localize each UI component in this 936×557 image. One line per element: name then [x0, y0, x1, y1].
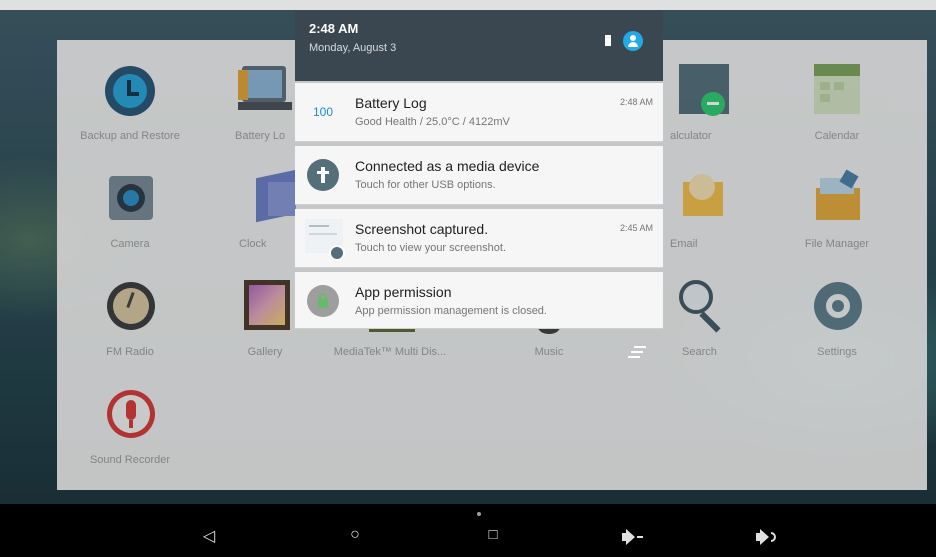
lock-icon [307, 285, 339, 317]
app-camera[interactable]: Camera [70, 168, 190, 250]
app-settings[interactable]: Settings [777, 276, 897, 358]
app-label: File Manager [804, 238, 870, 250]
recents-button[interactable]: □ [478, 526, 508, 543]
camera-icon [99, 168, 161, 230]
app-label: Search [682, 346, 717, 358]
email-icon [669, 168, 731, 230]
app-file-manager[interactable]: File Manager [777, 168, 897, 250]
notification-text: Touch to view your screenshot. [355, 242, 507, 254]
usb-icon [307, 159, 339, 191]
app-label: FM Radio [106, 346, 154, 358]
notification-text: App permission management is closed. [355, 305, 547, 317]
battery-log-icon: 100 [312, 105, 334, 119]
notification-time: 2:48 AM [619, 97, 653, 107]
notification-usb[interactable]: Connected as a media device Touch for ot… [295, 146, 663, 205]
status-date: Monday, August 3 [309, 42, 397, 54]
user-icon[interactable] [623, 31, 643, 51]
calculator-icon [669, 60, 731, 122]
battery-icon [605, 35, 611, 46]
app-label: Gallery [247, 346, 283, 358]
notification-shade-header[interactable]: 2:48 AM Monday, August 3 [295, 11, 663, 81]
volume-up-icon[interactable] [756, 529, 780, 545]
gallery-icon [234, 276, 296, 338]
notification-title: App permission [355, 284, 452, 300]
app-label: Camera [110, 238, 150, 250]
app-label: Calendar [814, 130, 860, 142]
notification-time: 2:45 AM [619, 223, 653, 233]
app-label: Backup and Restore [80, 130, 180, 142]
app-calendar[interactable]: Calendar [777, 60, 897, 142]
home-button[interactable]: ○ [340, 526, 370, 544]
clear-all-icon[interactable] [628, 344, 648, 360]
app-fm-radio[interactable]: FM Radio [70, 276, 190, 358]
volume-down-icon[interactable] [622, 529, 644, 545]
notification-text: Touch for other USB options. [355, 179, 496, 191]
battery-log-app-icon [234, 60, 296, 122]
notification-title: Battery Log [355, 95, 427, 111]
notification-title: Connected as a media device [355, 158, 540, 174]
notification-app-permission[interactable]: App permission App permission management… [295, 272, 663, 329]
file-manager-icon [806, 168, 868, 230]
top-strip [0, 0, 936, 10]
app-label: Sound Recorder [89, 454, 171, 466]
clock-icon [234, 168, 296, 230]
navigation-bar [0, 504, 936, 557]
app-backup-and-restore[interactable]: Backup and Restore [70, 60, 190, 142]
calendar-icon [806, 60, 868, 122]
fm-radio-icon [99, 276, 161, 338]
settings-icon [806, 276, 868, 338]
status-time: 2:48 AM [309, 21, 359, 36]
app-label: MediaTek™ Multi Dis... [333, 346, 447, 358]
app-label: Music [534, 346, 564, 358]
notification-battery-log[interactable]: 100 Battery Log Good Health / 25.0°C / 4… [295, 83, 663, 142]
app-sound-recorder[interactable]: Sound Recorder [70, 384, 190, 466]
notification-title: Screenshot captured. [355, 221, 489, 237]
search-icon [669, 276, 731, 338]
back-button[interactable]: ◁ [194, 526, 224, 546]
backup-icon [99, 60, 161, 122]
notification-screenshot[interactable]: Screenshot captured. Touch to view your … [295, 209, 663, 268]
page-indicator [477, 512, 481, 516]
screenshot-icon [305, 219, 345, 261]
microphone-icon [99, 384, 161, 446]
notification-text: Good Health / 25.0°C / 4122mV [355, 116, 510, 128]
app-label: Settings [817, 346, 857, 358]
